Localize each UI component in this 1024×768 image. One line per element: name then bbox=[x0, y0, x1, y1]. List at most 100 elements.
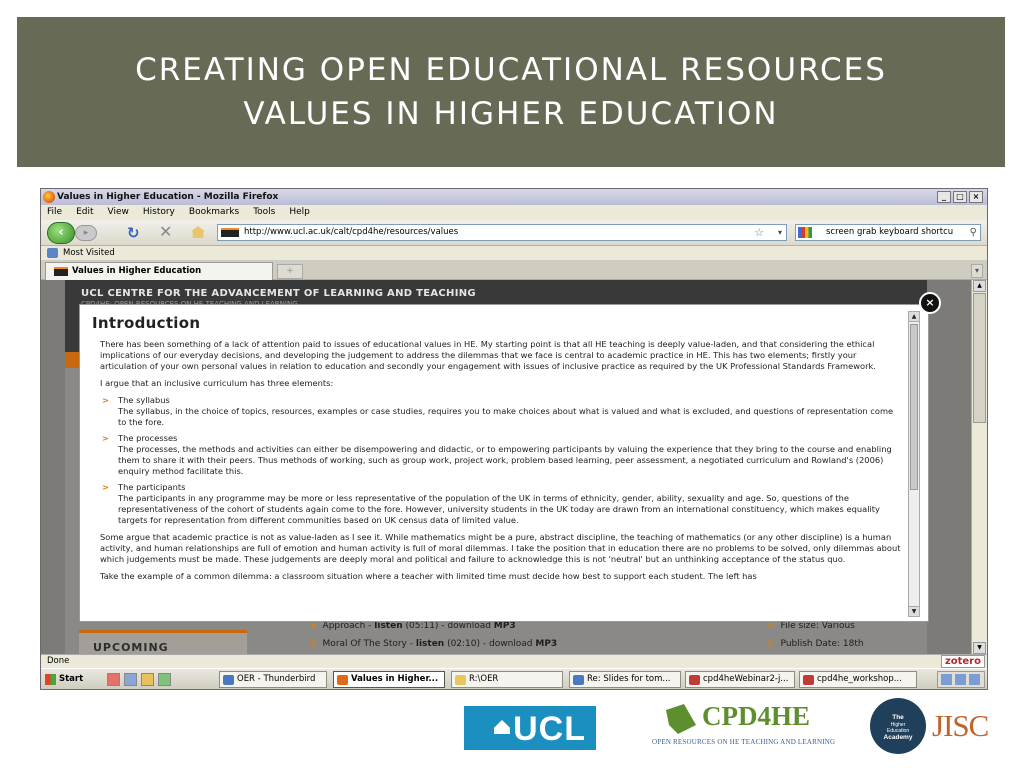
window-titlebar: Values in Higher Education - Mozilla Fir… bbox=[41, 189, 987, 205]
firefox-icon bbox=[337, 675, 348, 685]
search-icon[interactable]: ⚲ bbox=[970, 225, 977, 240]
start-button[interactable]: Start bbox=[43, 671, 93, 688]
introduction-modal: Introduction There has been something of… bbox=[79, 304, 929, 622]
taskbar-item[interactable]: cpd4heWebinar2-j... bbox=[685, 671, 795, 688]
modal-scrollbar[interactable]: ▲ ▼ bbox=[908, 311, 920, 617]
slide-title-line2: VALUES IN HIGHER EDUCATION bbox=[243, 96, 779, 132]
new-tab-button[interactable]: + bbox=[277, 264, 303, 279]
taskbar-item[interactable]: cpd4he_workshop... bbox=[799, 671, 917, 688]
taskbar-item[interactable]: Re: Slides for tom... bbox=[569, 671, 681, 688]
taskbar-item[interactable]: R:\OER bbox=[451, 671, 563, 688]
bookmark-most-visited[interactable]: Most Visited bbox=[63, 248, 115, 258]
speaker-icon[interactable] bbox=[941, 674, 952, 685]
modal-content: There has been something of a lack of at… bbox=[100, 339, 904, 588]
scroll-down-icon[interactable]: ▼ bbox=[973, 642, 986, 654]
quick-launch-icon[interactable] bbox=[107, 673, 120, 686]
status-bar: Done zotero bbox=[41, 654, 987, 668]
slide: CREATING OPEN EDUCATIONAL RESOURCES VALU… bbox=[0, 0, 1024, 768]
system-tray bbox=[937, 671, 985, 688]
arrow-icon: ➤ bbox=[767, 639, 775, 649]
maximize-button[interactable]: □ bbox=[953, 191, 967, 203]
ucl-dome-icon bbox=[494, 720, 510, 734]
search-text: screen grab keyboard shortcu bbox=[826, 227, 954, 237]
arrow-icon: ➤ bbox=[309, 621, 317, 631]
page-header-title: UCL CENTRE FOR THE ADVANCEMENT OF LEARNI… bbox=[81, 288, 476, 299]
url-dropdown-icon[interactable]: ▾ bbox=[778, 225, 782, 240]
tab-list-button[interactable]: ▾ bbox=[971, 264, 983, 278]
scroll-thumb[interactable] bbox=[910, 324, 918, 490]
most-visited-icon bbox=[47, 248, 58, 258]
quick-launch bbox=[107, 673, 171, 686]
reload-icon[interactable]: ↻ bbox=[127, 225, 140, 241]
thunderbird-icon bbox=[223, 675, 234, 685]
taskbar: Start OER - Thunderbird Values in Higher… bbox=[41, 668, 987, 689]
home-icon[interactable] bbox=[191, 226, 205, 238]
scroll-thumb[interactable] bbox=[973, 293, 986, 423]
quick-launch-icon[interactable] bbox=[158, 673, 171, 686]
page-scrollbar[interactable]: ▲ ▼ bbox=[971, 280, 987, 654]
list-item[interactable]: ➤ Approach - listen (05:11) - download MP… bbox=[309, 621, 516, 631]
firefox-logo-icon bbox=[43, 191, 55, 203]
tab-strip: Values in Higher Education + ▾ bbox=[41, 260, 987, 280]
menu-file[interactable]: File bbox=[47, 205, 62, 220]
paragraph: Some argue that academic practice is not… bbox=[100, 532, 901, 564]
page-viewport: UCL CENTRE FOR THE ADVANCEMENT OF LEARNI… bbox=[41, 280, 971, 654]
taskbar-item[interactable]: Values in Higher... bbox=[333, 671, 445, 688]
ucl-logo: UCL bbox=[464, 706, 596, 750]
google-engine-icon[interactable] bbox=[798, 227, 812, 238]
acrobat-icon bbox=[803, 675, 814, 685]
back-arrow-icon[interactable]: ‹ bbox=[47, 222, 75, 244]
menu-tools[interactable]: Tools bbox=[253, 205, 275, 220]
quick-launch-icon[interactable] bbox=[124, 673, 137, 686]
upcoming-heading: UPCOMING bbox=[79, 630, 247, 654]
menu-bookmarks[interactable]: Bookmarks bbox=[189, 205, 239, 220]
modal-title: Introduction bbox=[92, 314, 201, 332]
close-window-button[interactable]: × bbox=[969, 191, 983, 203]
arrow-icon: ➤ bbox=[309, 639, 317, 649]
tab-values-in-higher-education[interactable]: Values in Higher Education bbox=[45, 262, 273, 280]
security-icon[interactable] bbox=[969, 674, 980, 685]
menu-help[interactable]: Help bbox=[289, 205, 310, 220]
status-text: Done bbox=[47, 656, 70, 666]
paragraph: Take the example of a common dilemma: a … bbox=[100, 571, 757, 581]
menu-bar: File Edit View History Bookmarks Tools H… bbox=[41, 205, 987, 220]
minimize-button[interactable]: _ bbox=[937, 191, 951, 203]
higher-education-academy-logo: The Higher Education Academy bbox=[870, 698, 926, 754]
menu-edit[interactable]: Edit bbox=[76, 205, 93, 220]
tab-favicon-icon bbox=[54, 267, 68, 276]
browser-screenshot: Values in Higher Education - Mozilla Fir… bbox=[40, 188, 988, 690]
paragraph: There has been something of a lack of at… bbox=[100, 339, 876, 371]
url-bar[interactable]: http://www.ucl.ac.uk/calt/cpd4he/resourc… bbox=[217, 224, 787, 241]
window-title: Values in Higher Education - Mozilla Fir… bbox=[57, 192, 279, 202]
bookmarks-toolbar: Most Visited bbox=[41, 246, 987, 260]
element-list: The syllabusThe syllabus, in the choice … bbox=[100, 395, 904, 526]
file-size-meta: ➤ File size: Various bbox=[767, 621, 855, 631]
modal-close-button[interactable]: × bbox=[919, 292, 941, 314]
slide-title-line1: CREATING OPEN EDUCATIONAL RESOURCES bbox=[135, 52, 887, 88]
folder-icon bbox=[455, 675, 466, 685]
scroll-up-icon[interactable]: ▲ bbox=[909, 312, 919, 322]
forward-arrow-icon[interactable]: ▸ bbox=[75, 225, 97, 241]
list-item: The syllabusThe syllabus, in the choice … bbox=[100, 395, 904, 428]
window-controls: _ □ × bbox=[937, 191, 983, 203]
paragraph: I argue that an inclusive curriculum has… bbox=[100, 378, 334, 388]
quick-launch-icon[interactable] bbox=[141, 673, 154, 686]
menu-view[interactable]: View bbox=[108, 205, 129, 220]
stop-icon[interactable]: ✕ bbox=[159, 224, 172, 240]
scroll-up-icon[interactable]: ▲ bbox=[973, 280, 986, 292]
search-input[interactable]: screen grab keyboard shortcu ⚲ bbox=[795, 224, 981, 241]
scroll-down-icon[interactable]: ▼ bbox=[909, 606, 919, 616]
url-text: http://www.ucl.ac.uk/calt/cpd4he/resourc… bbox=[244, 227, 459, 237]
publish-date-meta: ➤ Publish Date: 18th bbox=[767, 639, 864, 649]
zotero-button[interactable]: zotero bbox=[940, 655, 985, 668]
list-item[interactable]: ➤ Moral Of The Story - listen (02:10) - d… bbox=[309, 639, 557, 649]
network-icon[interactable] bbox=[955, 674, 966, 685]
menu-history[interactable]: History bbox=[143, 205, 175, 220]
bookmark-star-icon[interactable]: ☆ bbox=[754, 225, 764, 240]
site-favicon-icon bbox=[221, 228, 239, 237]
tab-title: Values in Higher Education bbox=[72, 266, 202, 276]
title-band: CREATING OPEN EDUCATIONAL RESOURCES VALU… bbox=[17, 17, 1005, 167]
taskbar-item[interactable]: OER - Thunderbird bbox=[219, 671, 327, 688]
thunderbird-icon bbox=[573, 675, 584, 685]
cpd4he-logo: CPD4HE OPEN RESOURCES ON HE TEACHING AND… bbox=[652, 701, 836, 746]
